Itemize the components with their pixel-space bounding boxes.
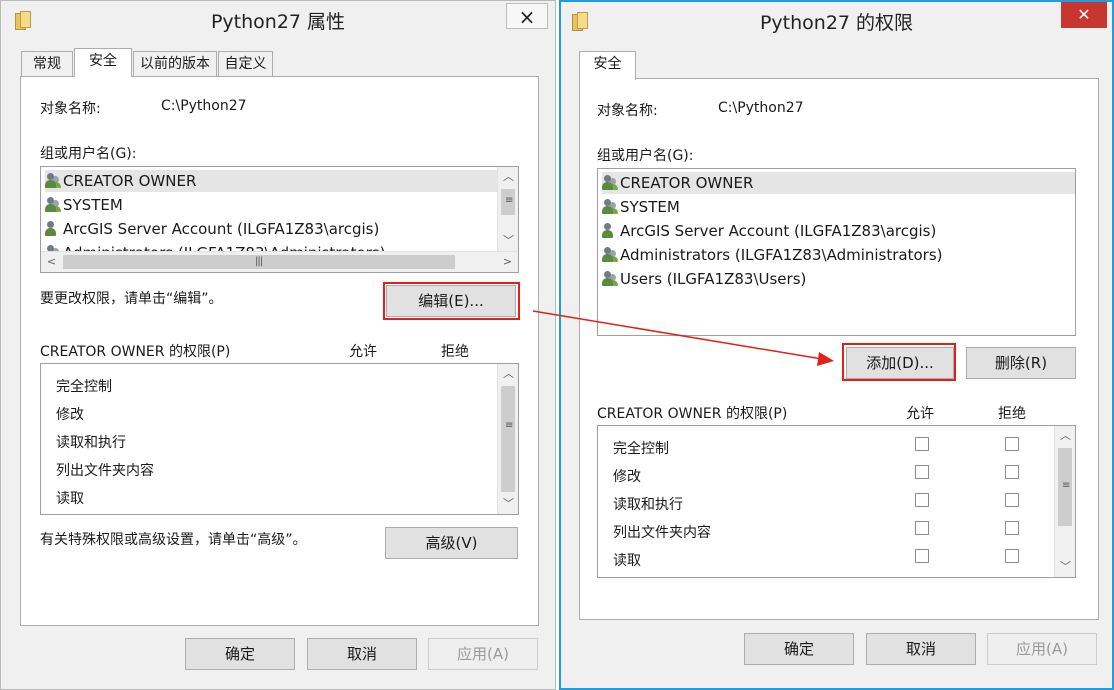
list-item[interactable]: ArcGIS Server Account (ILGFA1Z83\arcgis) bbox=[602, 220, 936, 242]
permission-full-control: 完全控制 bbox=[613, 441, 669, 457]
list-item[interactable]: Administrators (ILGFA1Z83\Administrators… bbox=[602, 244, 943, 266]
tab-security[interactable]: 安全 bbox=[579, 51, 636, 80]
allow-read-execute-checkbox[interactable] bbox=[915, 493, 929, 507]
user-icon bbox=[45, 220, 61, 236]
group-icon bbox=[602, 246, 618, 262]
user-icon bbox=[602, 222, 618, 238]
deny-list-folder-checkbox[interactable] bbox=[1005, 521, 1019, 535]
horizontal-scrollbar[interactable]: < ||| > bbox=[41, 251, 518, 272]
permission-read: 读取 bbox=[56, 491, 84, 507]
list-item[interactable]: CREATOR OWNER bbox=[45, 170, 497, 192]
list-item[interactable]: SYSTEM bbox=[602, 196, 680, 218]
permissions-listbox: 完全控制 修改 读取和执行 列出文件夹内容 读取 ︿ ≡ ﹀ bbox=[40, 363, 519, 515]
allow-modify-checkbox[interactable] bbox=[915, 465, 929, 479]
list-item[interactable]: ArcGIS Server Account (ILGFA1Z83\arcgis) bbox=[45, 218, 379, 240]
permission-modify: 修改 bbox=[613, 469, 641, 485]
properties-dialog: Python27 属性 × 常规 安全 以前的版本 自定义 对象名称: C:\P… bbox=[0, 0, 556, 690]
grip-icon: ≡ bbox=[505, 420, 513, 431]
window-title: Python27 的权限 bbox=[759, 12, 914, 34]
title-bar: Python27 属性 × bbox=[1, 1, 555, 39]
permissions-header: CREATOR OWNER 的权限(P) bbox=[597, 406, 788, 422]
users-listbox[interactable]: CREATOR OWNER SYSTEM ArcGIS Server Accou… bbox=[40, 166, 519, 273]
apply-button[interactable]: 应用(A) bbox=[987, 633, 1097, 665]
users-listbox[interactable]: CREATOR OWNER SYSTEM ArcGIS Server Accou… bbox=[597, 168, 1076, 336]
deny-read-execute-checkbox[interactable] bbox=[1005, 493, 1019, 507]
tab-previous-versions[interactable]: 以前的版本 bbox=[133, 51, 217, 77]
scroll-right-icon[interactable]: > bbox=[497, 252, 518, 272]
grip-icon: ≡ bbox=[505, 195, 513, 206]
cancel-button[interactable]: 取消 bbox=[866, 633, 976, 665]
tab-customize[interactable]: 自定义 bbox=[218, 51, 273, 77]
scroll-down-icon[interactable]: ﹀ bbox=[1055, 557, 1075, 577]
grip-icon: ||| bbox=[255, 256, 263, 267]
allow-read-checkbox[interactable] bbox=[915, 549, 929, 563]
group-icon bbox=[602, 198, 618, 214]
tab-security[interactable]: 安全 bbox=[74, 48, 132, 77]
cancel-button[interactable]: 取消 bbox=[307, 638, 417, 670]
add-button-highlight bbox=[842, 343, 956, 381]
allow-column-header: 允许 bbox=[349, 344, 377, 360]
allow-column-header: 允许 bbox=[906, 406, 934, 422]
scroll-down-icon[interactable]: ﹀ bbox=[498, 494, 518, 514]
window-title: Python27 属性 bbox=[210, 11, 346, 33]
advanced-hint: 有关特殊权限或高级设置，请单击“高级”。 bbox=[40, 532, 307, 548]
close-icon: ✕ bbox=[1077, 5, 1091, 24]
remove-button[interactable]: 删除(R) bbox=[966, 347, 1076, 379]
allow-full-control-checkbox[interactable] bbox=[915, 437, 929, 451]
groups-label: 组或用户名(G): bbox=[597, 148, 694, 164]
permissions-header: CREATOR OWNER 的权限(P) bbox=[40, 344, 231, 360]
title-bar: Python27 的权限 ✕ bbox=[561, 2, 1112, 40]
permission-modify: 修改 bbox=[56, 407, 84, 423]
group-icon bbox=[602, 270, 618, 286]
deny-column-header: 拒绝 bbox=[441, 344, 469, 360]
apply-button[interactable]: 应用(A) bbox=[428, 638, 538, 670]
object-name-value: C:\Python27 bbox=[718, 100, 804, 116]
permission-read-execute: 读取和执行 bbox=[56, 435, 126, 451]
vertical-scrollbar[interactable]: ︿ ≡ ﹀ bbox=[497, 167, 518, 251]
vertical-scrollbar[interactable]: ︿ ≡ ﹀ bbox=[1054, 426, 1075, 577]
scroll-up-icon[interactable]: ︿ bbox=[1055, 426, 1075, 446]
close-button[interactable]: × bbox=[506, 3, 548, 29]
scroll-down-icon[interactable]: ﹀ bbox=[498, 231, 518, 251]
list-item[interactable]: SYSTEM bbox=[45, 194, 123, 216]
object-name-value: C:\Python27 bbox=[161, 98, 247, 114]
deny-full-control-checkbox[interactable] bbox=[1005, 437, 1019, 451]
permission-read-execute: 读取和执行 bbox=[613, 497, 683, 513]
permissions-dialog: Python27 的权限 ✕ 安全 对象名称: C:\Python27 组或用户… bbox=[559, 0, 1114, 690]
close-icon: × bbox=[518, 5, 536, 29]
permission-list-folder: 列出文件夹内容 bbox=[613, 525, 711, 541]
allow-list-folder-checkbox[interactable] bbox=[915, 521, 929, 535]
tab-general[interactable]: 常规 bbox=[21, 51, 73, 77]
group-icon bbox=[45, 196, 61, 212]
deny-read-checkbox[interactable] bbox=[1005, 549, 1019, 563]
scroll-left-icon[interactable]: < bbox=[41, 252, 62, 272]
advanced-button[interactable]: 高级(V) bbox=[385, 527, 518, 559]
edit-button-highlight bbox=[383, 282, 520, 320]
vertical-scrollbar[interactable]: ︿ ≡ ﹀ bbox=[497, 364, 518, 514]
list-item[interactable]: CREATOR OWNER bbox=[602, 172, 1075, 194]
close-button[interactable]: ✕ bbox=[1061, 2, 1107, 28]
permissions-listbox: 完全控制 修改 读取和执行 列出文件夹内容 读取 ︿ ≡ ﹀ bbox=[597, 425, 1076, 578]
ok-button[interactable]: 确定 bbox=[185, 638, 295, 670]
ok-button[interactable]: 确定 bbox=[744, 633, 854, 665]
object-name-label: 对象名称: bbox=[597, 103, 658, 119]
change-permissions-hint: 要更改权限，请单击“编辑”。 bbox=[40, 291, 223, 307]
list-item[interactable]: Users (ILGFA1Z83\Users) bbox=[602, 268, 806, 290]
scroll-up-icon[interactable]: ︿ bbox=[498, 364, 518, 384]
permission-read: 读取 bbox=[613, 553, 641, 569]
deny-modify-checkbox[interactable] bbox=[1005, 465, 1019, 479]
groups-label: 组或用户名(G): bbox=[40, 146, 137, 162]
deny-column-header: 拒绝 bbox=[998, 406, 1026, 422]
object-name-label: 对象名称: bbox=[40, 101, 101, 117]
permission-full-control: 完全控制 bbox=[56, 379, 112, 395]
scroll-up-icon[interactable]: ︿ bbox=[498, 167, 518, 187]
permission-list-folder: 列出文件夹内容 bbox=[56, 463, 154, 479]
grip-icon: ≡ bbox=[1062, 480, 1070, 491]
scroll-thumb[interactable] bbox=[501, 386, 515, 492]
group-icon bbox=[45, 172, 61, 188]
group-icon bbox=[602, 174, 618, 190]
